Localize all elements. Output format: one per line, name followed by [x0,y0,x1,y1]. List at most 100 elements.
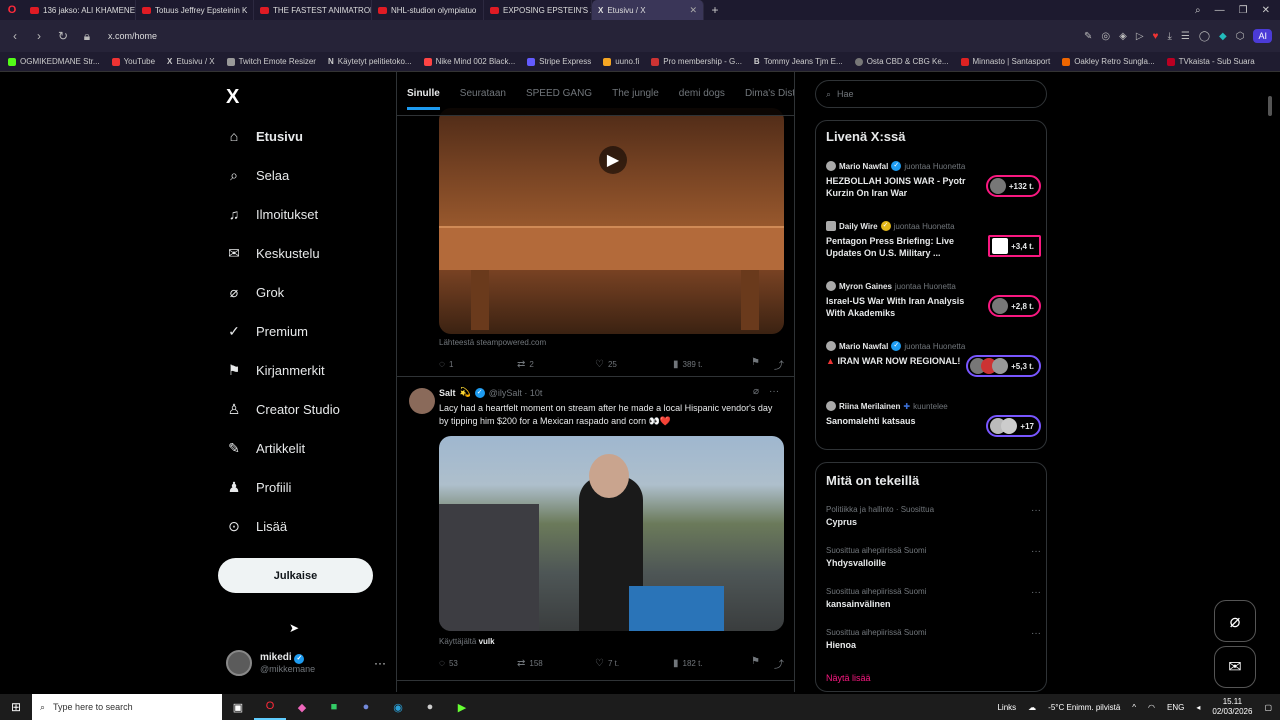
bookmark[interactable]: uuno.fi [603,57,639,66]
more-dots-icon[interactable]: ··· [769,386,779,397]
nav-item-articles[interactable]: ✎ Artikkelit [226,436,305,460]
windows-start-icon[interactable]: ⊞ [0,694,32,720]
reply-button[interactable]: ◌ 53 [439,658,517,669]
account-icon[interactable]: ◯ [1199,31,1210,42]
more-dots-icon[interactable]: ··· [1031,505,1041,516]
bookmark[interactable]: OGMIKEDMANE Str... [8,57,100,66]
opera-taskbar-icon[interactable]: O [254,694,286,720]
cube-icon[interactable]: ⬡ [1236,31,1245,42]
trend-item[interactable]: Suosittua aihepiirissä Suomi Yhdysvalloi… [826,546,1041,576]
bookmark-icon[interactable]: ⚑ [751,656,760,671]
bookmark[interactable]: Nike Mind 002 Black... [423,57,515,66]
author-handle[interactable]: @ilySalt · 10t [489,388,543,398]
edge-taskbar-icon[interactable]: ◉ [382,694,414,720]
camera-icon[interactable]: ◎ [1101,31,1110,42]
post-video[interactable]: ▶ [439,108,784,334]
app-taskbar-icon[interactable]: ● [414,694,446,720]
nav-item-grok[interactable]: ⌀ Grok [226,280,284,304]
views-button[interactable]: ▮ 182 t. [673,658,751,669]
nav-item-more[interactable]: ⊙ Lisää [226,514,287,538]
nav-item-home[interactable]: ⌂ Etusivu [226,124,303,148]
live-space-item[interactable]: Daily Wire ✓ juontaa Huonetta Pentagon Pre… [826,221,1041,265]
trend-item[interactable]: Suosittua aihepiirissä Suomi Hienoa ··· [826,628,1041,658]
search-input[interactable]: ⌕ Hae [815,80,1047,108]
trend-item[interactable]: Politiikka ja hallinto · Suosittua Cypru… [826,505,1041,535]
x-logo-icon[interactable]: X [226,86,239,109]
bookmark[interactable]: Oakley Retro Sungla... [1062,57,1155,66]
browser-tab[interactable]: EXPOSING EPSTEIN'S ZOR [484,0,592,20]
heart-icon[interactable]: ♥ [1153,31,1159,42]
bookmark[interactable]: N Käytetyt pelitietoko... [328,57,412,66]
url-field[interactable]: x.com/home [108,31,157,41]
browser-tab[interactable]: Totuus Jeffrey Epsteinin K [136,0,254,20]
nav-item-notifications[interactable]: ♫ Ilmoitukset [226,202,318,226]
reload-icon[interactable]: ↻ [56,29,70,43]
nav-item-explore[interactable]: ⌕ Selaa [226,163,289,187]
nav-item-messages[interactable]: ✉ Keskustelu [226,241,319,265]
bookmark[interactable]: TVkaista - Sub Suara [1166,57,1255,66]
app-taskbar-icon[interactable]: ■ [318,694,350,720]
clock[interactable]: 15.11 02/03/2026 [1212,697,1252,717]
more-dots-icon[interactable]: ··· [1031,587,1041,598]
opera-logo-icon[interactable]: O [0,0,24,20]
close-tab-icon[interactable]: ✕ [689,5,697,16]
browser-tab[interactable]: THE FASTEST ANIMATRON [254,0,372,20]
tab-for-you[interactable]: Sinulle [407,80,440,110]
grok-button[interactable]: ⌀ [1214,600,1256,642]
more-dots-icon[interactable]: ··· [1031,628,1041,639]
bookmark[interactable]: Twitch Emote Resizer [226,57,316,66]
bookmark[interactable]: B Tommy Jeans Tjm E... [754,57,843,66]
tab-dimas-dist[interactable]: Dima's Dist [745,80,794,115]
bookmark[interactable]: Minnasto | Santasport [960,57,1050,66]
live-space-item[interactable]: Riina Merilainen ✚ kuuntelee Sanomalehti k… [826,401,1041,445]
play-icon[interactable]: ▷ [1136,31,1144,42]
tab-the-jungle[interactable]: The jungle [612,80,659,115]
like-button[interactable]: ♡ 25 [595,359,673,370]
share-icon[interactable]: ⤴ [774,656,784,671]
app-taskbar-icon[interactable]: ◆ [286,694,318,720]
tab-demi-dogs[interactable]: demi dogs [679,80,725,115]
post-source[interactable]: Käyttäjältä vulk [439,637,495,646]
account-switcher[interactable]: mikedi ✓ @mikkemane ··· [226,646,386,680]
browser-tab[interactable]: 136 jakso: ALI KHAMENEI [24,0,136,20]
edit-icon[interactable]: ✎ [1084,31,1092,42]
trend-item[interactable]: Suosittua aihepiirissä Suomi kansainväli… [826,587,1041,617]
language-indicator[interactable]: ENG [1167,703,1184,712]
show-more-link[interactable]: Näytä lisää [826,673,871,683]
repost-button[interactable]: ⇄ 158 [517,658,595,669]
notifications-icon[interactable]: ▢ [1264,703,1272,712]
live-space-item[interactable]: Mario Nawfal ✓ juontaa Huonetta ▲ IRAN WAR… [826,341,1041,385]
weather-text[interactable]: -5°C Enimm. pilvistä [1048,703,1120,712]
bookmark[interactable]: YouTube [111,57,155,66]
browser-tab-active[interactable]: X Etusivu / X ✕ [592,0,704,20]
reply-button[interactable]: ◌ 1 [439,359,517,370]
repost-button[interactable]: ⇄ 2 [517,359,595,370]
wifi-icon[interactable]: ◠ [1148,703,1155,712]
grok-icon[interactable]: ⌀ [753,386,759,397]
avatar[interactable] [409,388,435,414]
live-space-item[interactable]: Mario Nawfal ✓ juontaa Huonetta HEZBOLLAH … [826,161,1041,205]
discord-taskbar-icon[interactable]: ● [350,694,382,720]
nav-item-creator-studio[interactable]: ♙ Creator Studio [226,397,340,421]
bookmark[interactable]: Pro membership - G... [651,57,742,66]
nav-item-profile[interactable]: ♟ Profiili [226,475,292,499]
author-name[interactable]: Salt [439,388,456,398]
download-icon[interactable]: ⤓ [1167,31,1171,42]
share-icon[interactable]: ⤴ [774,357,784,372]
tab-speed-gang[interactable]: SPEED GANG [526,80,592,115]
scrollbar[interactable] [1268,96,1272,116]
play-icon[interactable]: ▶ [599,146,627,174]
forward-icon[interactable]: › [32,29,46,43]
more-dots-icon[interactable]: ··· [1031,546,1041,557]
back-icon[interactable]: ‹ [8,29,22,43]
views-button[interactable]: ▮ 389 t. [673,359,751,370]
minimize-icon[interactable]: — [1215,5,1225,16]
links-toolbar[interactable]: Links [997,703,1016,712]
new-tab-button[interactable]: + [704,3,726,17]
nav-item-bookmarks[interactable]: ⚑ Kirjanmerkit [226,358,325,382]
bookmark[interactable]: X Etusivu / X [167,57,215,66]
extension-icon[interactable]: ◆ [1219,31,1227,42]
search-tabs-icon[interactable]: ⌕ [1195,5,1201,16]
close-window-icon[interactable]: ✕ [1262,5,1270,16]
messages-button[interactable]: ✉ [1214,646,1256,688]
